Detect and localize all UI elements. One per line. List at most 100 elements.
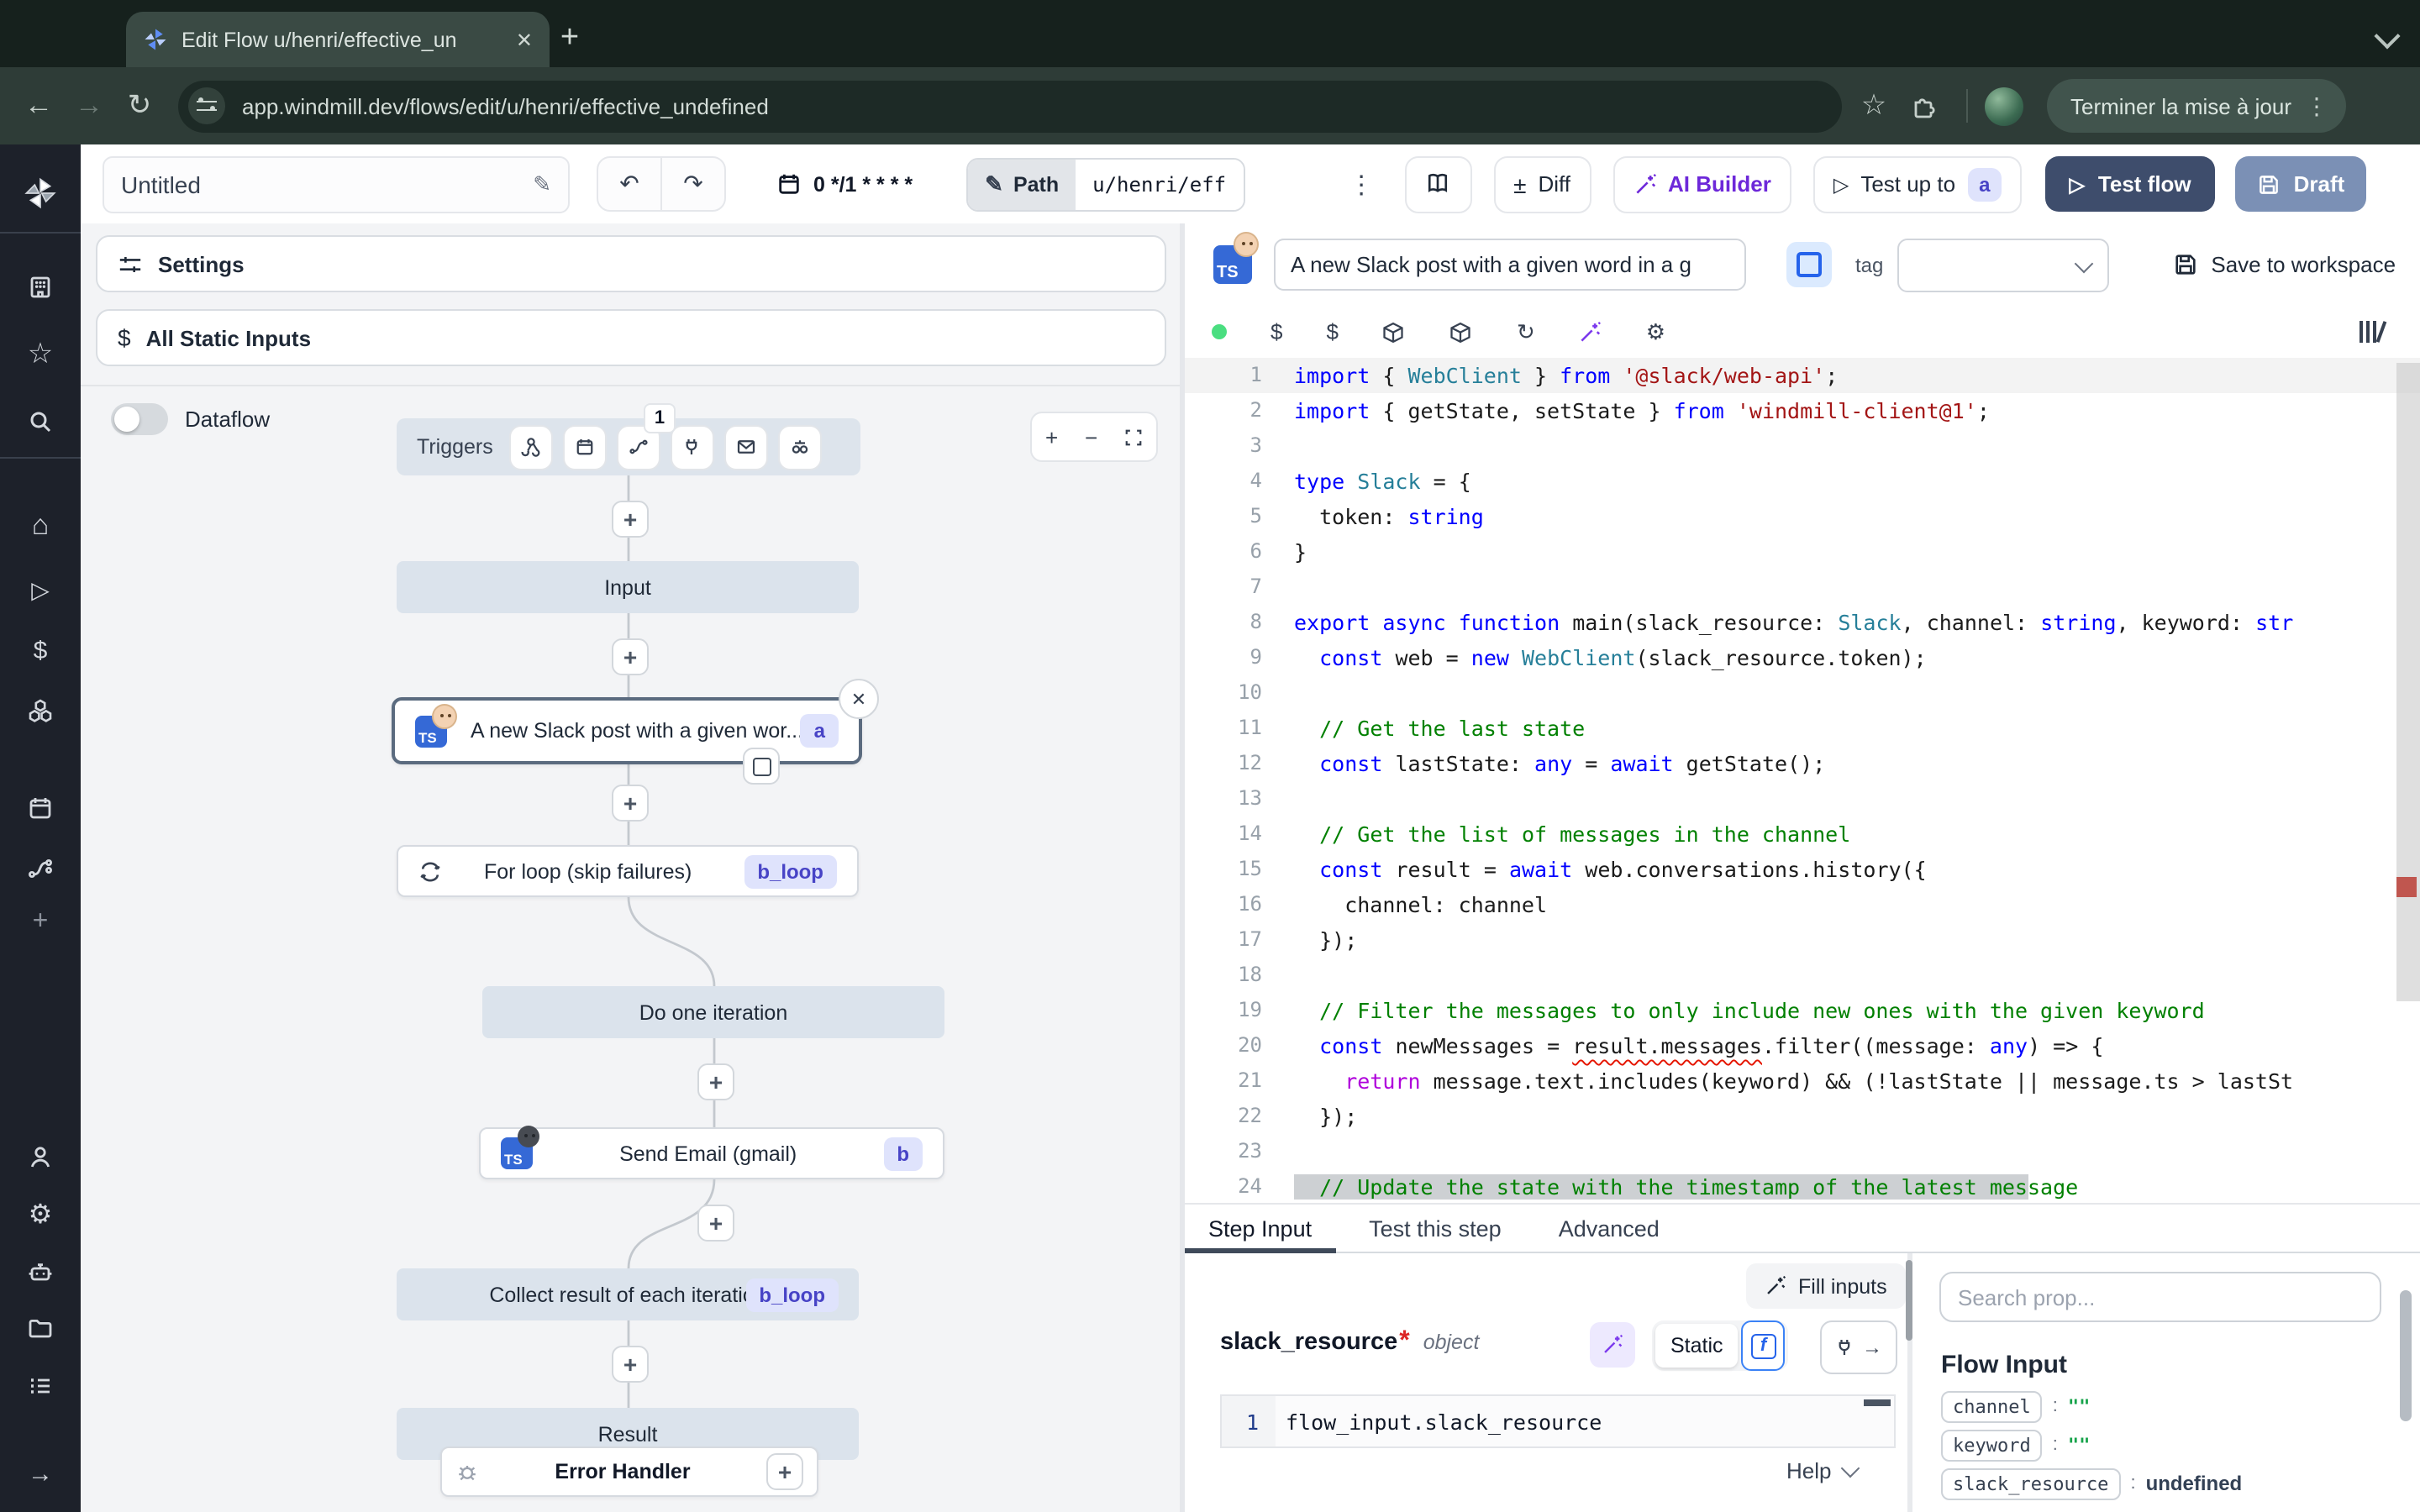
ai-builder-button[interactable]: AI Builder xyxy=(1612,155,1791,213)
site-settings-icon[interactable] xyxy=(188,87,225,124)
path-chip[interactable]: ✎ Path u/henri/eff xyxy=(966,157,1244,211)
static-variables-icon[interactable]: $ xyxy=(1326,319,1338,344)
url-bar[interactable]: app.windmill.dev/flows/edit/u/henri/effe… xyxy=(178,80,1842,132)
code-line-19[interactable]: 19 // Filter the messages to only includ… xyxy=(1185,993,2420,1028)
bookmark-star-icon[interactable]: ☆ xyxy=(1849,81,1899,131)
extensions-puzzle-icon[interactable] xyxy=(1899,81,1949,131)
code-line-18[interactable]: 18 xyxy=(1185,958,2420,993)
sidebar-item-workspace[interactable] xyxy=(0,262,81,312)
insert-step-button[interactable]: + xyxy=(612,638,649,675)
sidebar-item-variables[interactable]: $ xyxy=(0,625,81,675)
insert-step-button[interactable]: + xyxy=(612,501,649,538)
code-line-22[interactable]: 22 }); xyxy=(1185,1099,2420,1134)
add-error-handler-button[interactable]: + xyxy=(766,1453,803,1490)
connect-input-button[interactable]: → xyxy=(1820,1320,1897,1374)
search-prop-input[interactable]: Search prop... xyxy=(1939,1272,2381,1322)
test-flow-button[interactable]: ▷ Test flow xyxy=(2045,156,2214,212)
tag-select[interactable] xyxy=(1897,238,2108,291)
insert-step-button[interactable]: + xyxy=(697,1063,734,1100)
code-line-15[interactable]: 15 const result = await web.conversation… xyxy=(1185,852,2420,887)
node-error-handler[interactable]: Error Handler + xyxy=(440,1446,818,1497)
new-tab-button[interactable]: + xyxy=(546,15,593,62)
code-line-24[interactable]: 24 // Update the state with the timestam… xyxy=(1185,1169,2420,1203)
save-to-workspace-button[interactable]: Save to workspace xyxy=(2172,252,2396,277)
sidebar-item-home[interactable]: ⌂ xyxy=(0,501,81,551)
code-line-1[interactable]: 1import { WebClient } from '@slack/web-a… xyxy=(1185,358,2420,393)
flow-name-input[interactable]: Untitled ✎ xyxy=(103,155,570,213)
editor-scrollbar[interactable] xyxy=(2396,363,2420,1001)
test-up-to-button[interactable]: ▷ Test up to a xyxy=(1813,155,2023,213)
tab-search-chevron-icon[interactable] xyxy=(2374,23,2400,49)
delete-step-button[interactable]: ✕ xyxy=(839,679,879,719)
arg-expression-input[interactable]: 1 flow_input.slack_resource xyxy=(1220,1394,1896,1448)
code-line-11[interactable]: 11 // Get the last state xyxy=(1185,711,2420,746)
code-line-12[interactable]: 12 const lastState: any = await getState… xyxy=(1185,746,2420,781)
javascript-mode-option[interactable]: f xyxy=(1742,1320,1786,1371)
insert-step-button[interactable]: + xyxy=(612,1346,649,1383)
prop-name-pill[interactable]: keyword xyxy=(1941,1429,2043,1461)
windmill-logo-icon[interactable] xyxy=(0,168,81,218)
sidebar-item-add[interactable]: + xyxy=(0,897,81,948)
reload-deps-icon[interactable]: ↻ xyxy=(1517,318,1535,345)
tab-test-this-step[interactable]: Test this step xyxy=(1369,1205,1502,1252)
package-icon[interactable] xyxy=(1382,320,1406,344)
sidebar-item-resources[interactable] xyxy=(0,685,81,736)
sidebar-item-audit-logs[interactable] xyxy=(0,1361,81,1411)
sidebar-item-favorites[interactable]: ☆ xyxy=(0,329,81,380)
help-link[interactable]: Help xyxy=(1786,1458,1857,1483)
undo-button[interactable]: ↶ xyxy=(598,158,660,210)
reload-icon[interactable]: ↻ xyxy=(114,81,165,131)
package-lock-icon[interactable] xyxy=(1449,320,1473,344)
static-mode-option[interactable]: Static xyxy=(1655,1324,1739,1368)
code-line-2[interactable]: 2import { getState, setState } from 'win… xyxy=(1185,393,2420,428)
forward-icon[interactable]: → xyxy=(64,81,114,131)
code-line-3[interactable]: 3 xyxy=(1185,428,2420,464)
code-editor[interactable]: 1import { WebClient } from '@slack/web-a… xyxy=(1185,358,2420,1203)
prop-name-pill[interactable]: slack_resource xyxy=(1941,1467,2120,1499)
browser-tab[interactable]: Edit Flow u/henri/effective_un ✕ xyxy=(126,12,550,67)
code-line-9[interactable]: 9 const web = new WebClient(slack_resour… xyxy=(1185,640,2420,675)
code-line-10[interactable]: 10 xyxy=(1185,675,2420,711)
code-line-17[interactable]: 17 }); xyxy=(1185,922,2420,958)
editor-settings-gear-icon[interactable]: ⚙ xyxy=(1646,318,1665,345)
docs-button[interactable] xyxy=(1404,155,1471,213)
sidebar-item-settings[interactable]: ⚙ xyxy=(0,1189,81,1240)
code-line-4[interactable]: 4type Slack = { xyxy=(1185,464,2420,499)
code-line-23[interactable]: 23 xyxy=(1185,1134,2420,1169)
tab-advanced[interactable]: Advanced xyxy=(1559,1205,1660,1252)
prop-name-pill[interactable]: channel xyxy=(1941,1390,2043,1422)
variables-icon[interactable]: $ xyxy=(1270,319,1282,344)
step-summary-input[interactable]: A new Slack post with a given word in a … xyxy=(1274,239,1746,291)
code-line-13[interactable]: 13 xyxy=(1185,781,2420,816)
divider-scrollbar-thumb[interactable] xyxy=(1906,1260,1912,1341)
edit-name-pencil-icon[interactable]: ✎ xyxy=(533,171,551,197)
code-line-8[interactable]: 8export async function main(slack_resour… xyxy=(1185,605,2420,640)
browser-menu-icon[interactable]: ⋮ xyxy=(2305,92,2328,120)
tab-close-icon[interactable]: ✕ xyxy=(516,28,533,51)
flow-input-prop-keyword[interactable]: keyword:"" xyxy=(1941,1430,2242,1460)
pin-step-button[interactable] xyxy=(743,748,780,785)
path-chip-label-seg[interactable]: ✎ Path xyxy=(968,159,1076,209)
code-line-6[interactable]: 6} xyxy=(1185,534,2420,570)
code-line-5[interactable]: 5 token: string xyxy=(1185,499,2420,534)
browser-update-button[interactable]: Terminer la mise à jour ⋮ xyxy=(2047,79,2345,133)
primary-schedule[interactable]: 0 */1 * * * * xyxy=(776,171,913,197)
flow-input-prop-channel[interactable]: channel:"" xyxy=(1941,1391,2242,1421)
sidebar-item-runs[interactable]: ▷ xyxy=(0,564,81,615)
sidebar-item-folders[interactable] xyxy=(0,1304,81,1354)
code-line-20[interactable]: 20 const newMessages = result.messages.f… xyxy=(1185,1028,2420,1063)
profile-avatar[interactable] xyxy=(1985,87,2023,125)
script-library-icon[interactable] xyxy=(2360,319,2383,343)
sidebar-item-search[interactable] xyxy=(0,396,81,447)
insert-step-button[interactable]: + xyxy=(697,1205,734,1242)
editor-window-button[interactable] xyxy=(1786,242,1832,287)
code-line-21[interactable]: 21 return message.text.includes(keyword)… xyxy=(1185,1063,2420,1099)
sidebar-item-account[interactable] xyxy=(0,1132,81,1183)
sidebar-item-schedules[interactable] xyxy=(0,783,81,833)
arg-ai-wand-button[interactable] xyxy=(1590,1322,1635,1368)
code-line-7[interactable]: 7 xyxy=(1185,570,2420,605)
sidebar-expand-icon[interactable]: → xyxy=(0,1448,81,1499)
props-scrollbar[interactable] xyxy=(2400,1290,2412,1421)
back-icon[interactable]: ← xyxy=(13,81,64,131)
ai-assist-wand-icon[interactable] xyxy=(1579,320,1602,344)
